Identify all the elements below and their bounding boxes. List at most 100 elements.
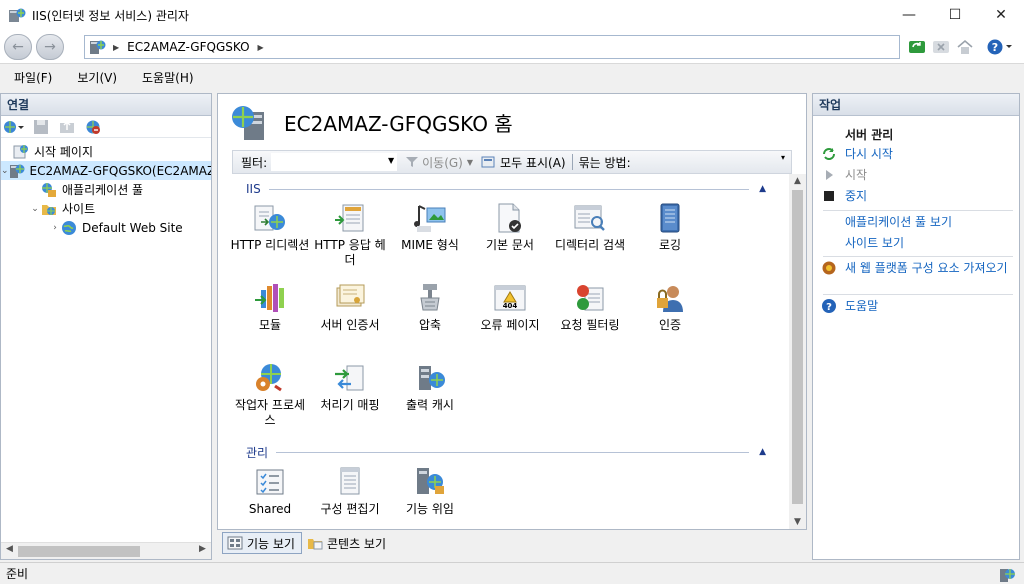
filter-bar: 필터: ▼ 이동(G) ▼ 모두 표시(A) 묶는 방법: ▾ — [232, 150, 792, 174]
collapse-icon[interactable]: ⌄ — [29, 204, 41, 214]
shared-configuration-icon — [253, 466, 287, 498]
refresh-icon[interactable] — [908, 38, 926, 56]
action-view-sites[interactable]: 사이트 보기 — [821, 235, 1019, 251]
sites-folder-icon — [41, 201, 57, 217]
feature-label: 요청 필터링 — [560, 318, 620, 332]
feature-modules[interactable]: 모듈 — [230, 282, 310, 333]
toolbar-separator — [571, 154, 573, 170]
dropdown-icon[interactable]: ▼ — [388, 156, 394, 165]
show-all-button[interactable]: 모두 표시(A) — [481, 154, 566, 171]
svg-text:?: ? — [826, 302, 832, 313]
section-title-server-management: 서버 관리 — [845, 128, 894, 142]
tree-item-sites[interactable]: ⌄ 사이트 — [1, 199, 211, 218]
action-help[interactable]: ? 도움말 — [821, 298, 1019, 314]
feature-configuration-editor[interactable]: 구성 편집기 — [310, 466, 390, 517]
help-icon: ? — [821, 298, 837, 314]
connections-tree: 시작 페이지 ⌄ EC2AMAZ-GFQGSKO(EC2AMAZ-GFQGSKO… — [1, 142, 211, 237]
feature-shared-configuration[interactable]: Shared — [230, 466, 310, 517]
collapse-group-icon[interactable]: ▲ — [759, 184, 766, 194]
delete-connection-icon[interactable] — [85, 119, 103, 135]
collapse-icon[interactable]: ⌄ — [1, 166, 9, 176]
minimize-button[interactable]: — — [886, 0, 932, 30]
tab-features-view[interactable]: 기능 보기 — [222, 532, 302, 554]
scroll-left-icon[interactable]: ◀ — [1, 544, 18, 554]
tab-label: 콘텐츠 보기 — [326, 536, 386, 551]
home-icon[interactable] — [956, 38, 974, 56]
tree-item-server[interactable]: ⌄ EC2AMAZ-GFQGSKO(EC2AMAZ-GFQGSKO\Admini… — [1, 161, 211, 180]
group-header-management[interactable]: 관리 ▲ — [246, 445, 766, 460]
feature-output-caching[interactable]: 출력 캐시 — [390, 362, 470, 413]
funnel-icon — [406, 157, 419, 167]
error-pages-icon: 404 — [493, 282, 527, 314]
maximize-button[interactable]: ☐ — [932, 0, 978, 30]
tab-content-view[interactable]: 콘텐츠 보기 — [302, 532, 393, 554]
scroll-down-icon[interactable]: ▼ — [789, 517, 806, 527]
feature-handler-mappings[interactable]: 처리기 매핑 — [310, 362, 390, 413]
group-name: IIS — [246, 182, 261, 196]
action-get-web-platform-components[interactable]: 새 웹 플랫폼 구성 요소 가져오기 — [821, 260, 1019, 276]
forward-button[interactable]: → — [36, 34, 64, 60]
menu-file[interactable]: 파일(F) — [0, 69, 63, 86]
http-redirect-icon — [253, 202, 287, 234]
scroll-up-icon[interactable]: ▲ — [789, 176, 806, 186]
feature-http-response-headers[interactable]: HTTP 응답 헤더 — [310, 202, 390, 268]
close-button[interactable]: ✕ — [978, 0, 1024, 30]
feature-logging[interactable]: 로깅 — [630, 202, 710, 253]
content-view-icon — [307, 536, 323, 550]
feature-request-filtering[interactable]: 요청 필터링 — [550, 282, 630, 333]
feature-authentication[interactable]: 인증 — [630, 282, 710, 333]
connect-icon[interactable] — [3, 119, 24, 135]
action-stop[interactable]: 중지 — [821, 188, 1019, 204]
action-view-app-pools[interactable]: 애플리케이션 풀 보기 — [821, 214, 1019, 230]
tree-item-start-page[interactable]: 시작 페이지 — [1, 142, 211, 161]
action-start: 시작 — [821, 167, 1019, 183]
feature-label: 처리기 매핑 — [320, 398, 380, 412]
features-vertical-scrollbar[interactable]: ▲ ▼ — [789, 174, 806, 529]
go-dropdown-icon[interactable]: ▼ — [467, 158, 473, 167]
status-bar: 준비 — [0, 562, 1024, 584]
connections-horizontal-scrollbar[interactable]: ◀ ▶ — [1, 542, 211, 559]
feature-default-document[interactable]: 기본 문서 — [470, 202, 550, 253]
stop-loading-icon[interactable] — [932, 38, 950, 56]
iis-app-icon — [8, 7, 26, 23]
server-icon — [89, 39, 107, 55]
feature-delegation[interactable]: 기능 위임 — [390, 466, 470, 517]
menu-view[interactable]: 보기(V) — [63, 69, 128, 86]
scrollbar-thumb[interactable] — [18, 546, 140, 557]
address-bar: ← → ▶ EC2AMAZ-GFQGSKO ▶ ? — [0, 30, 1024, 64]
http-response-headers-icon — [333, 202, 367, 234]
tree-item-app-pools[interactable]: 애플리케이션 풀 — [1, 180, 211, 199]
filter-input[interactable]: ▼ — [271, 153, 398, 171]
feature-directory-browsing[interactable]: 디렉터리 검색 — [550, 202, 630, 253]
features-panel: EC2AMAZ-GFQGSKO 홈 필터: ▼ 이동(G) ▼ 모두 표시(A)… — [217, 93, 807, 530]
authentication-icon — [653, 282, 687, 314]
scrollbar-thumb[interactable] — [792, 190, 803, 504]
toolbar-overflow-icon[interactable]: ▾ — [781, 153, 791, 171]
group-header-iis[interactable]: IIS ▲ — [246, 182, 766, 196]
tab-label: 기능 보기 — [247, 536, 295, 551]
feature-label: 기본 문서 — [486, 238, 534, 252]
scroll-right-icon[interactable]: ▶ — [194, 544, 211, 554]
action-label: 사이트 보기 — [845, 236, 905, 250]
collapse-group-icon[interactable]: ▲ — [759, 447, 766, 457]
worker-processes-icon — [253, 362, 287, 394]
back-button[interactable]: ← — [4, 34, 32, 60]
action-label: 중지 — [845, 189, 868, 203]
feature-label: 출력 캐시 — [406, 398, 454, 412]
tree-item-default-web-site[interactable]: › Default Web Site — [1, 218, 211, 237]
feature-compression[interactable]: 압축 — [390, 282, 470, 333]
feature-error-pages[interactable]: 404 오류 페이지 — [470, 282, 550, 333]
connections-header: 연결 — [1, 94, 211, 116]
feature-http-redirect[interactable]: HTTP 리디렉션 — [230, 202, 310, 253]
breadcrumb-arrow-icon[interactable]: ▶ — [258, 43, 264, 52]
group-by-label[interactable]: 묶는 방법: — [579, 154, 631, 171]
menu-help[interactable]: 도움말(H) — [128, 69, 205, 86]
feature-server-certificates[interactable]: 서버 인증서 — [310, 282, 390, 333]
expand-icon[interactable]: › — [49, 223, 61, 233]
feature-mime-types[interactable]: MIME 형식 — [390, 202, 470, 253]
breadcrumb-server[interactable]: EC2AMAZ-GFQGSKO — [127, 40, 249, 54]
action-restart[interactable]: 다시 시작 — [821, 146, 1019, 162]
address-box[interactable]: ▶ EC2AMAZ-GFQGSKO ▶ — [84, 35, 900, 59]
help-dropdown-icon[interactable]: ? — [986, 38, 1012, 56]
feature-worker-processes[interactable]: 작업자 프로세스 — [230, 362, 310, 428]
